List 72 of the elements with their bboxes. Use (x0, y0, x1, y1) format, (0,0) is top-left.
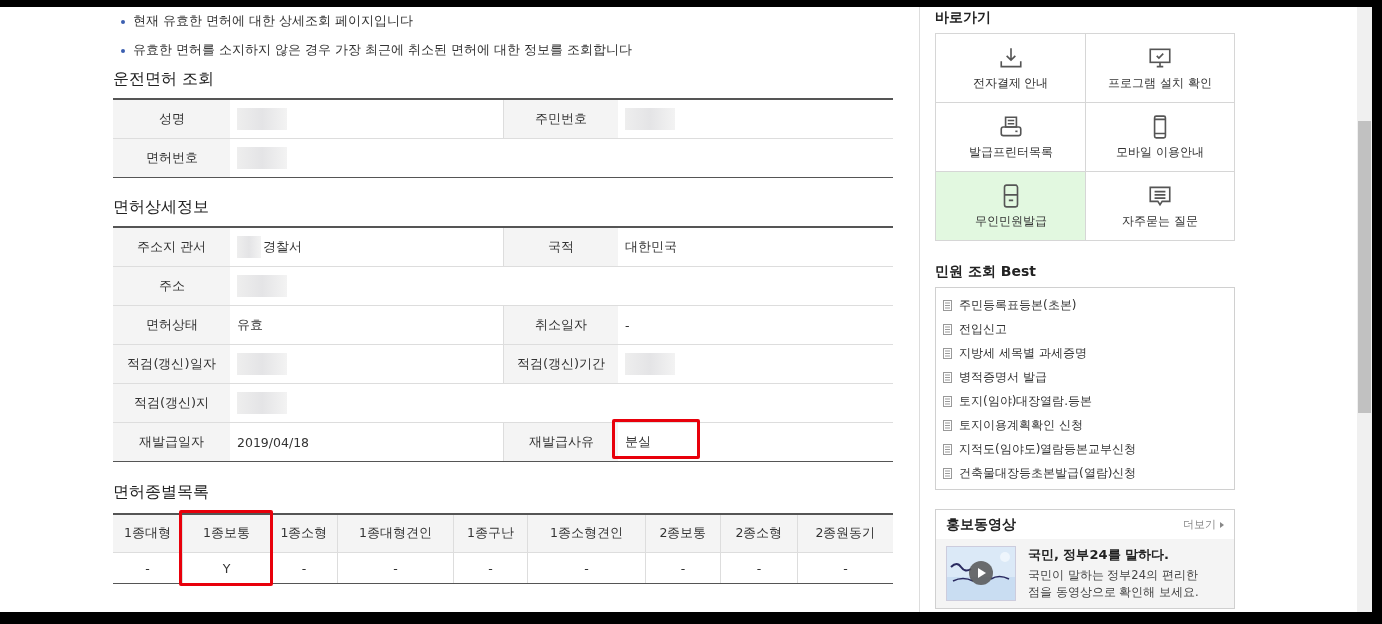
table-cell: - (145, 560, 150, 576)
field-value: 2019/04/18 (237, 434, 310, 450)
document-icon (943, 299, 952, 311)
bullet-icon (121, 19, 125, 24)
document-icon (943, 323, 952, 335)
table-cell: Y (222, 560, 231, 576)
field-label: 주소 (113, 267, 230, 305)
field-label: 적검(갱신)지 (113, 384, 230, 422)
table-cell: - (756, 560, 762, 576)
column-header: 1종보통 (182, 515, 270, 552)
column-header: 1종소형견인 (527, 515, 645, 552)
column-header: 2종원동기 (797, 515, 893, 552)
best-link[interactable]: 주민등록표등본(초본) (943, 293, 1234, 317)
section-heading: 면허상세정보 (113, 197, 210, 218)
field-label: 국적 (503, 228, 618, 266)
more-link[interactable]: 더보기 (1183, 517, 1224, 532)
scrollbar[interactable] (1357, 7, 1372, 612)
column-header: 1종소형 (270, 515, 337, 552)
document-icon (943, 419, 952, 431)
column-header: 2종소형 (720, 515, 797, 552)
section-heading: 면허종별목록 (113, 482, 210, 503)
column-header: 1종대형 (113, 515, 182, 552)
field-label: 재발급일자 (113, 423, 230, 461)
section-heading: 민원 조회 Best (935, 263, 1037, 281)
field-value: 대한민국 (625, 238, 677, 256)
field-value: 경찰서 (263, 238, 302, 256)
column-header: 2종보통 (645, 515, 720, 552)
document-icon (943, 467, 952, 479)
section-heading: 운전면허 조회 (113, 69, 216, 90)
field-label: 적검(갱신)기간 (503, 345, 618, 383)
field-label: 재발급사유 (503, 423, 618, 461)
document-icon (943, 443, 952, 455)
table-cell: - (393, 560, 398, 576)
field-value: 분실 (625, 433, 651, 451)
field-label: 면허번호 (113, 139, 230, 177)
table-cell: - (488, 560, 493, 576)
field-label: 면허상태 (113, 306, 230, 344)
column-header: 1종대형견인 (337, 515, 453, 552)
best-link[interactable]: 토지(임야)대장열람.등본 (943, 389, 1234, 413)
table-cell: - (680, 560, 686, 576)
best-link[interactable]: 지적도(임야도)열람등본교부신청 (943, 437, 1234, 461)
video-headline: 국민, 정부24를 말하다. (1028, 546, 1171, 564)
field-label: 주민번호 (503, 100, 618, 138)
bullet-icon (121, 48, 125, 53)
field-value: 유효 (237, 316, 263, 334)
table-cell: - (843, 560, 848, 576)
shortcut-tile[interactable]: 자주묻는 질문 (1085, 171, 1234, 240)
best-link[interactable]: 지방세 세목별 과세증명 (943, 341, 1234, 365)
column-header: 1종구난 (453, 515, 527, 552)
video-description: 국민이 말하는 정부24의 편리한 점을 동영상으로 확인해 보세요. (1028, 567, 1200, 601)
table-cell: - (301, 560, 307, 576)
field-label: 성명 (113, 100, 230, 138)
shortcut-tile[interactable]: 무인민원발급 (936, 171, 1085, 240)
table-cell: - (584, 560, 589, 576)
notice-text: 현재 유효한 면허에 대한 상세조회 페이지입니다 (133, 13, 413, 30)
field-label: 적검(갱신)일자 (113, 345, 230, 383)
document-icon (943, 371, 952, 383)
best-link[interactable]: 전입신고 (943, 317, 1234, 341)
field-label: 주소지 관서 (113, 228, 230, 266)
field-value: - (625, 317, 630, 333)
play-icon[interactable] (969, 561, 993, 585)
best-link[interactable]: 병적증명서 발급 (943, 365, 1234, 389)
notice-text: 유효한 면허를 소지하지 않은 경우 가장 최근에 취소된 면허에 대한 정보를 조회합니다 (133, 42, 632, 59)
document-icon (943, 347, 952, 359)
field-label: 취소일자 (503, 306, 618, 344)
section-heading: 바로가기 (935, 9, 992, 27)
document-icon (943, 395, 952, 407)
shortcut-tile[interactable]: 모바일 이용안내 (1085, 102, 1234, 171)
best-link[interactable]: 건축물대장등초본발급(열람)신청 (943, 461, 1234, 485)
panel-title: 홍보동영상 (946, 515, 1016, 534)
best-link[interactable]: 토지이용계획확인 신청 (943, 413, 1234, 437)
caret-icon (1220, 521, 1224, 528)
